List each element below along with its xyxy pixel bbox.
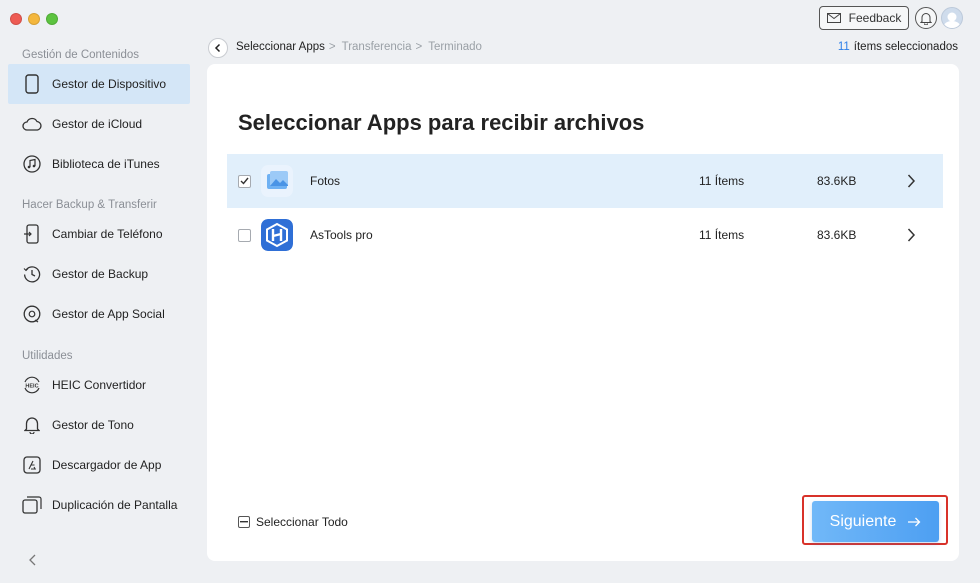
sidebar-item-label: Gestor de Backup	[52, 267, 149, 281]
breadcrumb-step-select-apps: Seleccionar Apps	[236, 41, 325, 53]
app-size: 83.6KB	[817, 228, 857, 242]
chevron-left-icon	[214, 43, 221, 53]
phone-icon	[22, 74, 42, 94]
heic-icon: HEIC	[22, 375, 42, 395]
chevron-right-icon[interactable]	[906, 227, 916, 243]
app-item-count: 11 Ítems	[699, 174, 745, 188]
app-size: 83.6KB	[817, 174, 857, 188]
close-window-button[interactable]	[10, 13, 22, 25]
collapse-sidebar-icon[interactable]	[26, 552, 40, 568]
bell-icon	[22, 415, 42, 435]
notifications-button[interactable]	[915, 7, 937, 29]
photos-app-icon	[261, 165, 293, 197]
sidebar-item-icloud[interactable]: Gestor de iCloud	[8, 104, 190, 144]
user-avatar[interactable]	[941, 7, 963, 29]
minimize-window-button[interactable]	[28, 13, 40, 25]
sidebar-item-label: Duplicación de Pantalla	[52, 498, 178, 512]
feedback-label: Feedback	[848, 11, 902, 25]
sidebar-item-social-app[interactable]: Gestor de App Social	[8, 294, 190, 334]
chat-icon	[22, 304, 42, 324]
sidebar-item-phone-switch[interactable]: Cambiar de Teléfono	[8, 214, 190, 254]
arrow-right-icon	[908, 517, 921, 526]
select-all-label: Seleccionar Todo	[256, 515, 348, 529]
app-name: Fotos	[310, 174, 341, 188]
breadcrumb-separator: >	[415, 41, 423, 53]
back-button[interactable]	[208, 38, 228, 58]
app-row-fotos[interactable]: Fotos 11 Ítems 83.6KB	[227, 154, 943, 208]
next-button[interactable]: Siguiente	[812, 501, 939, 542]
checkmark-icon	[240, 177, 249, 185]
cloud-icon	[22, 114, 42, 134]
selected-count-label: ítems seleccionados	[853, 41, 958, 53]
clock-icon	[22, 264, 42, 284]
selected-count: 11 ítems seleccionados	[838, 41, 958, 53]
sidebar-item-label: Gestor de App Social	[52, 307, 165, 321]
app-item-count: 11 Ítems	[699, 228, 745, 242]
sidebar-item-label: Cambiar de Teléfono	[52, 227, 163, 241]
heic-icon-text: HEIC	[25, 384, 38, 390]
sidebar-item-itunes[interactable]: Biblioteca de iTunes	[8, 144, 190, 184]
sidebar-item-label: Gestor de iCloud	[52, 117, 143, 131]
sidebar-item-label: Descargador de App	[52, 458, 162, 472]
page-title: Seleccionar Apps para recibir archivos	[238, 110, 645, 135]
app-store-icon	[22, 455, 42, 475]
app-checkbox-fotos[interactable]	[238, 174, 251, 188]
section-label-content: Gestión de Contenidos	[22, 49, 139, 61]
user-icon	[943, 12, 961, 28]
music-icon	[22, 154, 42, 174]
sidebar-item-label: Biblioteca de iTunes	[52, 157, 160, 171]
bell-icon	[920, 12, 932, 25]
app-name: AsTools pro	[310, 228, 373, 242]
sidebar-item-label: HEIC Convertidor	[52, 378, 147, 392]
sidebar-item-app-downloader[interactable]: Descargador de App	[8, 445, 190, 485]
phone-switch-icon	[22, 224, 42, 244]
sidebar-item-ringtone[interactable]: Gestor de Tono	[8, 405, 190, 445]
section-label-backup: Hacer Backup & Transferir	[22, 199, 157, 211]
chevron-right-icon[interactable]	[906, 173, 916, 189]
breadcrumb-step-transfer: Transferencia	[341, 41, 412, 53]
selected-count-number: 11	[837, 41, 850, 53]
app-row-astools[interactable]: AsTools pro 11 Ítems 83.6KB	[227, 208, 943, 262]
maximize-window-button[interactable]	[46, 13, 58, 25]
sidebar-item-device-manager[interactable]: Gestor de Dispositivo	[8, 64, 190, 104]
sidebar: Gestión de Contenidos Gestor de Disposit…	[0, 40, 198, 583]
app-checkbox-astools[interactable]	[238, 228, 251, 242]
sidebar-item-screen-mirror[interactable]: Duplicación de Pantalla	[8, 485, 190, 525]
main-panel: Seleccionar Apps para recibir archivos F…	[207, 64, 959, 561]
feedback-button[interactable]: Feedback	[819, 6, 909, 30]
sidebar-item-heic[interactable]: HEIC HEIC Convertidor	[8, 365, 190, 405]
section-label-utilities: Utilidades	[22, 350, 73, 362]
breadcrumb: Seleccionar Apps > Transferencia > Termi…	[236, 41, 482, 53]
mail-icon	[826, 13, 841, 23]
sidebar-item-backup[interactable]: Gestor de Backup	[8, 254, 190, 294]
screen-mirror-icon	[22, 495, 42, 515]
sidebar-item-label: Gestor de Dispositivo	[52, 77, 167, 91]
window-controls	[10, 13, 58, 25]
select-all-control[interactable]: Seleccionar Todo	[238, 515, 348, 529]
breadcrumb-separator: >	[328, 41, 336, 53]
minus-icon	[240, 521, 248, 523]
next-button-label: Siguiente	[829, 512, 897, 530]
astools-app-icon	[261, 219, 293, 251]
sidebar-item-label: Gestor de Tono	[52, 418, 134, 432]
breadcrumb-step-done: Terminado	[428, 41, 482, 53]
select-all-checkbox[interactable]	[238, 516, 250, 528]
